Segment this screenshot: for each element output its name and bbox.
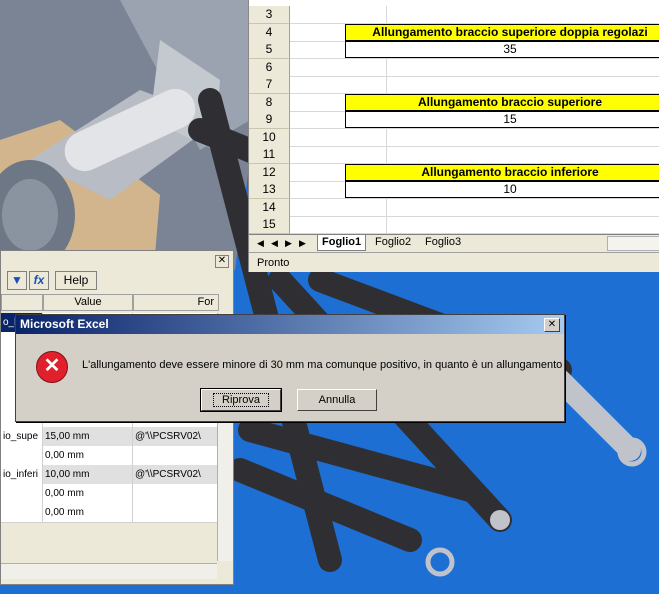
parameter-value-cell[interactable]: 0,00 mm <box>43 503 133 522</box>
parameter-name-cell[interactable] <box>1 484 43 503</box>
retry-button[interactable]: Riprova <box>200 388 282 412</box>
row-number[interactable]: 5 <box>249 41 290 59</box>
header-cell[interactable]: Allungamento braccio superiore <box>345 93 659 111</box>
column-gridline <box>386 216 387 233</box>
column-header-formula[interactable]: For <box>133 294 219 311</box>
column-header-value[interactable]: Value <box>43 294 133 311</box>
column-gridline <box>386 58 387 76</box>
row-number[interactable]: 11 <box>249 146 290 164</box>
spreadsheet-row: 13 10 <box>249 181 659 199</box>
excel-window: 3 4 Allungamento braccio superiore doppia … <box>248 0 659 272</box>
spreadsheet-row: 10 <box>249 128 659 147</box>
parameter-formula-cell[interactable]: @'\\PCSRV02\ <box>133 427 219 446</box>
row-number[interactable]: 7 <box>249 76 290 94</box>
spreadsheet-row: 4 Allungamento braccio superiore doppia r… <box>249 23 659 42</box>
spreadsheet-row: 15 <box>249 216 659 234</box>
row-cells[interactable] <box>290 198 659 217</box>
cancel-button[interactable]: Annulla <box>297 389 377 411</box>
help-button[interactable]: Help <box>55 271 97 290</box>
parameter-value-cell[interactable]: 10,00 mm <box>43 465 133 484</box>
parameter-formula-cell[interactable]: @'\\PCSRV02\ <box>133 465 219 484</box>
fx-button[interactable]: fx <box>29 271 49 290</box>
header-cell[interactable]: Allungamento braccio inferiore <box>345 163 659 181</box>
column-gridline <box>386 6 387 23</box>
filter-icon[interactable]: ▼ <box>7 271 27 290</box>
column-gridline <box>386 198 387 216</box>
spreadsheet-row: 6 <box>249 58 659 77</box>
row-number[interactable]: 10 <box>249 128 290 147</box>
error-dialog: Microsoft Excel ✕ ✕ L'allungamento deve … <box>15 314 565 422</box>
error-icon: ✕ <box>36 351 68 383</box>
value-cell[interactable]: 15 <box>345 111 659 128</box>
value-cell[interactable]: 10 <box>345 181 659 198</box>
row-number[interactable]: 8 <box>249 93 290 112</box>
row-number[interactable]: 4 <box>249 23 290 42</box>
parameter-value-cell[interactable]: 0,00 mm <box>43 446 133 465</box>
tab-last-icon[interactable]: ▶ <box>297 237 308 249</box>
row-cells[interactable] <box>290 128 659 147</box>
parameter-row[interactable]: 0,00 mm <box>1 446 219 466</box>
column-gridline <box>386 146 387 163</box>
spreadsheet-row: 9 15 <box>249 111 659 129</box>
dialog-message: L'allungamento deve essere minore di 30 … <box>82 359 563 371</box>
column-gridline <box>386 128 387 146</box>
tab-foglio1[interactable]: Foglio1 <box>317 235 367 251</box>
sheet-tab-bar: ◀ ◀ ▶ ▶ Foglio1 Foglio2 Foglio3 <box>249 234 659 252</box>
header-cell[interactable]: Allungamento braccio superiore doppia re… <box>345 23 659 41</box>
parameter-value-cell[interactable]: 0,00 mm <box>43 484 133 503</box>
row-number[interactable]: 3 <box>249 6 290 24</box>
row-cells[interactable] <box>290 216 659 234</box>
spreadsheet-row: 12 Allungamento braccio inferiore <box>249 163 659 182</box>
spreadsheet-row: 14 <box>249 198 659 217</box>
row-cells[interactable] <box>290 76 659 94</box>
tab-foglio2[interactable]: Foglio2 <box>371 235 415 250</box>
column-header-name[interactable] <box>1 294 43 311</box>
parameter-value-cell[interactable]: 15,00 mm <box>43 427 133 446</box>
parameter-formula-cell[interactable] <box>133 503 219 522</box>
parameter-row[interactable]: 0,00 mm <box>1 484 219 504</box>
dialog-title: Microsoft Excel <box>16 315 564 334</box>
dialog-close-icon[interactable]: ✕ <box>544 318 560 332</box>
parameter-formula-cell[interactable] <box>133 484 219 503</box>
panel-close-icon[interactable]: ✕ <box>215 255 229 268</box>
parameter-name-cell[interactable] <box>1 503 43 522</box>
row-number[interactable]: 14 <box>249 198 290 217</box>
parameter-row[interactable]: io_inferi 10,00 mm @'\\PCSRV02\ <box>1 465 219 485</box>
row-cells[interactable] <box>290 6 659 24</box>
row-number[interactable]: 13 <box>249 181 290 199</box>
row-number[interactable]: 15 <box>249 216 290 234</box>
spreadsheet-row: 11 <box>249 146 659 164</box>
spreadsheet-row: 5 35 <box>249 41 659 59</box>
tab-prev-icon[interactable]: ◀ <box>269 237 280 249</box>
panel-horizontal-scrollbar[interactable] <box>1 563 217 579</box>
horizontal-scrollbar[interactable] <box>607 236 659 251</box>
row-cells[interactable] <box>290 58 659 77</box>
parameter-row[interactable]: 0,00 mm <box>1 503 219 523</box>
tab-foglio3[interactable]: Foglio3 <box>421 235 465 250</box>
parameter-row[interactable]: io_supe 15,00 mm @'\\PCSRV02\ <box>1 427 219 447</box>
spreadsheet-row: 7 <box>249 76 659 94</box>
tab-first-icon[interactable]: ◀ <box>255 237 266 249</box>
spreadsheet-row: 8 Allungamento braccio superiore <box>249 93 659 112</box>
parameter-name-cell[interactable] <box>1 446 43 465</box>
status-bar: Pronto <box>249 252 659 272</box>
row-number[interactable]: 6 <box>249 58 290 77</box>
row-number[interactable]: 12 <box>249 163 290 182</box>
parameter-formula-cell[interactable] <box>133 446 219 465</box>
value-cell[interactable]: 35 <box>345 41 659 58</box>
row-number[interactable]: 9 <box>249 111 290 129</box>
spreadsheet-row: 3 <box>249 6 659 24</box>
row-cells[interactable] <box>290 146 659 164</box>
tab-next-icon[interactable]: ▶ <box>283 237 294 249</box>
parameter-name-cell[interactable]: io_inferi <box>1 465 43 484</box>
parameter-name-cell[interactable]: io_supe <box>1 427 43 446</box>
column-gridline <box>386 76 387 93</box>
